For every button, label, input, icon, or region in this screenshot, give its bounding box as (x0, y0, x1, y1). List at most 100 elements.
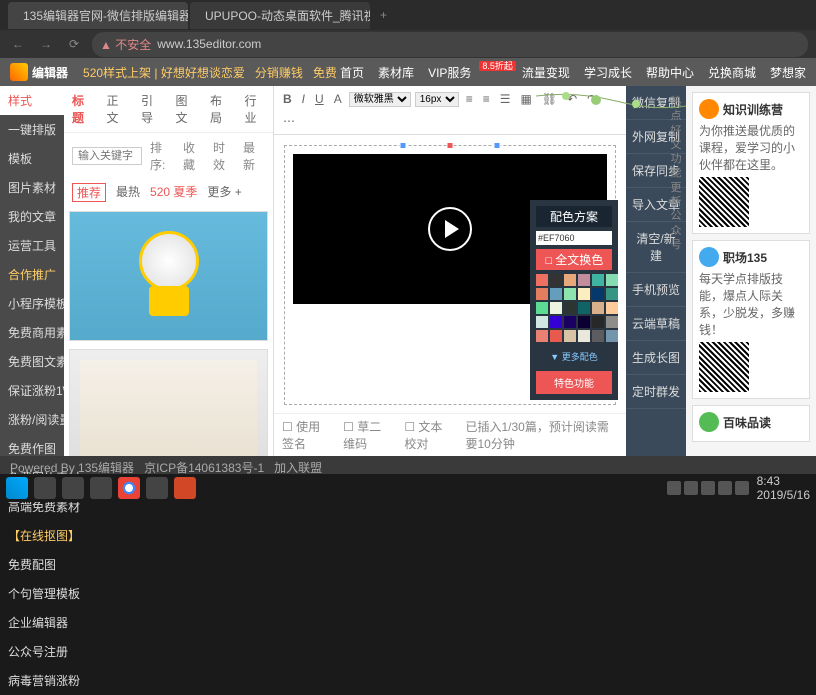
color-swatch[interactable] (606, 302, 618, 314)
template-item[interactable] (69, 211, 268, 341)
sidebar-item[interactable]: 一键排版 (0, 115, 64, 144)
promo-link[interactable]: 免费 (313, 64, 337, 81)
color-swatch[interactable] (536, 288, 548, 300)
sidebar-item[interactable]: 免费配图 (0, 550, 64, 579)
sidebar-item[interactable]: 合作推广 (0, 260, 64, 289)
underline-button[interactable]: U (312, 90, 327, 108)
app-icon[interactable] (146, 477, 168, 499)
volume-icon[interactable] (735, 481, 749, 495)
sidebar-item[interactable]: 病毒营销涨粉 (0, 666, 64, 695)
color-swatch[interactable] (578, 288, 590, 300)
sidebar-item[interactable]: 模板 (0, 144, 64, 173)
sidebar-item[interactable]: 运营工具 (0, 231, 64, 260)
address-bar[interactable]: ▲ 不安全 www.135editor.com (92, 32, 808, 57)
task-view-icon[interactable] (62, 477, 84, 499)
new-tab-button[interactable]: + (372, 8, 395, 22)
nav-exchange[interactable]: 兑换商城 (708, 64, 756, 81)
tab-guide[interactable]: 引导 (141, 92, 162, 126)
color-swatch[interactable] (592, 288, 604, 300)
special-features-button[interactable]: 特色功能 (536, 371, 612, 394)
promo-link[interactable]: 分销赚钱 (255, 64, 303, 81)
tool-schedule[interactable]: 定时群发 (626, 375, 686, 409)
info-card[interactable]: 百味品读 (692, 405, 810, 442)
color-swatch[interactable] (564, 316, 576, 328)
chrome-icon[interactable] (118, 477, 140, 499)
color-swatch[interactable] (592, 316, 604, 328)
sidebar-item[interactable]: 小程序模板 (0, 289, 64, 318)
filter-recommend[interactable]: 推荐 (72, 183, 106, 202)
nav-vip[interactable]: VIP服务8.5折起 (428, 64, 508, 81)
color-swatch[interactable] (550, 302, 562, 314)
template-item[interactable] (69, 349, 268, 456)
explorer-icon[interactable] (90, 477, 112, 499)
color-swatch[interactable] (578, 274, 590, 286)
color-swatch[interactable] (564, 302, 576, 314)
back-button[interactable]: ← (8, 37, 28, 51)
start-button[interactable] (6, 477, 28, 499)
status-proof[interactable]: ☐ 文本校对 (404, 418, 453, 452)
reload-button[interactable]: ⟳ (64, 37, 84, 51)
strike-button[interactable]: A (331, 90, 345, 108)
tray-icon[interactable] (701, 481, 715, 495)
powerpoint-icon[interactable] (174, 477, 196, 499)
status-signature[interactable]: ☐ 使用签名 (282, 418, 331, 452)
color-swatch[interactable] (550, 274, 562, 286)
size-select[interactable]: 16px (415, 92, 459, 107)
undo-icon[interactable]: ↶ (564, 90, 580, 108)
hex-input[interactable]: #EF7060 (536, 231, 612, 245)
promo-link[interactable]: 520样式上架 | 好想好想谈恋爱 (83, 64, 245, 81)
color-swatch[interactable] (550, 316, 562, 328)
color-swatch[interactable] (606, 288, 618, 300)
filter-more[interactable]: 更多 + (207, 183, 241, 202)
sidebar-item[interactable]: 免费商用素材 (0, 318, 64, 347)
tray-icon[interactable] (684, 481, 698, 495)
nav-dream[interactable]: 梦想家 (770, 64, 806, 81)
sort-option[interactable]: 最新 (243, 139, 265, 173)
tab-title[interactable]: 标题 (72, 92, 93, 126)
tab-industry[interactable]: 行业 (245, 92, 266, 126)
nav-learn[interactable]: 学习成长 (584, 64, 632, 81)
redo-icon[interactable]: ↷ (584, 90, 600, 108)
color-swatch[interactable] (578, 330, 590, 342)
sidebar-item-style[interactable]: 样式 (0, 86, 64, 115)
search-icon[interactable] (34, 477, 56, 499)
nav-help[interactable]: 帮助中心 (646, 64, 694, 81)
color-swatch[interactable] (564, 288, 576, 300)
forward-button[interactable]: → (36, 37, 56, 51)
color-swatch[interactable] (578, 302, 590, 314)
browser-tab-1[interactable]: 135编辑器官网-微信排版编辑器 × (8, 2, 188, 29)
tab-layout[interactable]: 布局 (210, 92, 231, 126)
nav-traffic[interactable]: 流量变现 (522, 64, 570, 81)
filter-520[interactable]: 520 夏季 (150, 183, 197, 202)
tool-long-image[interactable]: 生成长图 (626, 341, 686, 375)
bold-button[interactable]: B (280, 90, 295, 108)
wifi-icon[interactable] (718, 481, 732, 495)
color-swatch[interactable] (592, 302, 604, 314)
font-select[interactable]: 微软雅黑 (349, 92, 411, 107)
handle-icon[interactable] (400, 142, 407, 149)
color-swatch[interactable] (606, 330, 618, 342)
image-icon[interactable]: ▦ (518, 90, 535, 108)
nav-materials[interactable]: 素材库 (378, 64, 414, 81)
sidebar-item[interactable]: 【在线抠图】 (0, 521, 64, 550)
color-swatch[interactable] (536, 274, 548, 286)
align-center-icon[interactable]: ≡ (480, 90, 493, 108)
sidebar-item[interactable]: 涨粉/阅读量 (0, 405, 64, 434)
sidebar-item[interactable]: 图片素材 (0, 173, 64, 202)
color-swatch[interactable] (606, 316, 618, 328)
more-icon[interactable]: ⋯ (280, 112, 298, 130)
clock[interactable]: 8:43 2019/5/16 (757, 474, 810, 502)
logo[interactable]: 编辑器 (10, 63, 68, 81)
sidebar-item[interactable]: 我的文章 (0, 202, 64, 231)
sidebar-item[interactable]: 免费图文素材 (0, 347, 64, 376)
color-swatch[interactable] (536, 302, 548, 314)
sidebar-item[interactable]: 公众号注册 (0, 637, 64, 666)
color-swatch[interactable] (592, 330, 604, 342)
info-card[interactable]: 职场135 每天学点排版技能，爆点人际关系，少脱发，多赚钱！ (692, 240, 810, 399)
sort-option[interactable]: 收藏 (183, 139, 205, 173)
sort-option[interactable]: 时效 (213, 139, 235, 173)
link-icon[interactable]: ⛓ (539, 90, 560, 108)
tab-imgtext[interactable]: 图文 (176, 92, 197, 126)
more-colors-button[interactable]: ▼ 更多配色 (536, 346, 612, 367)
color-swatch[interactable] (606, 274, 618, 286)
